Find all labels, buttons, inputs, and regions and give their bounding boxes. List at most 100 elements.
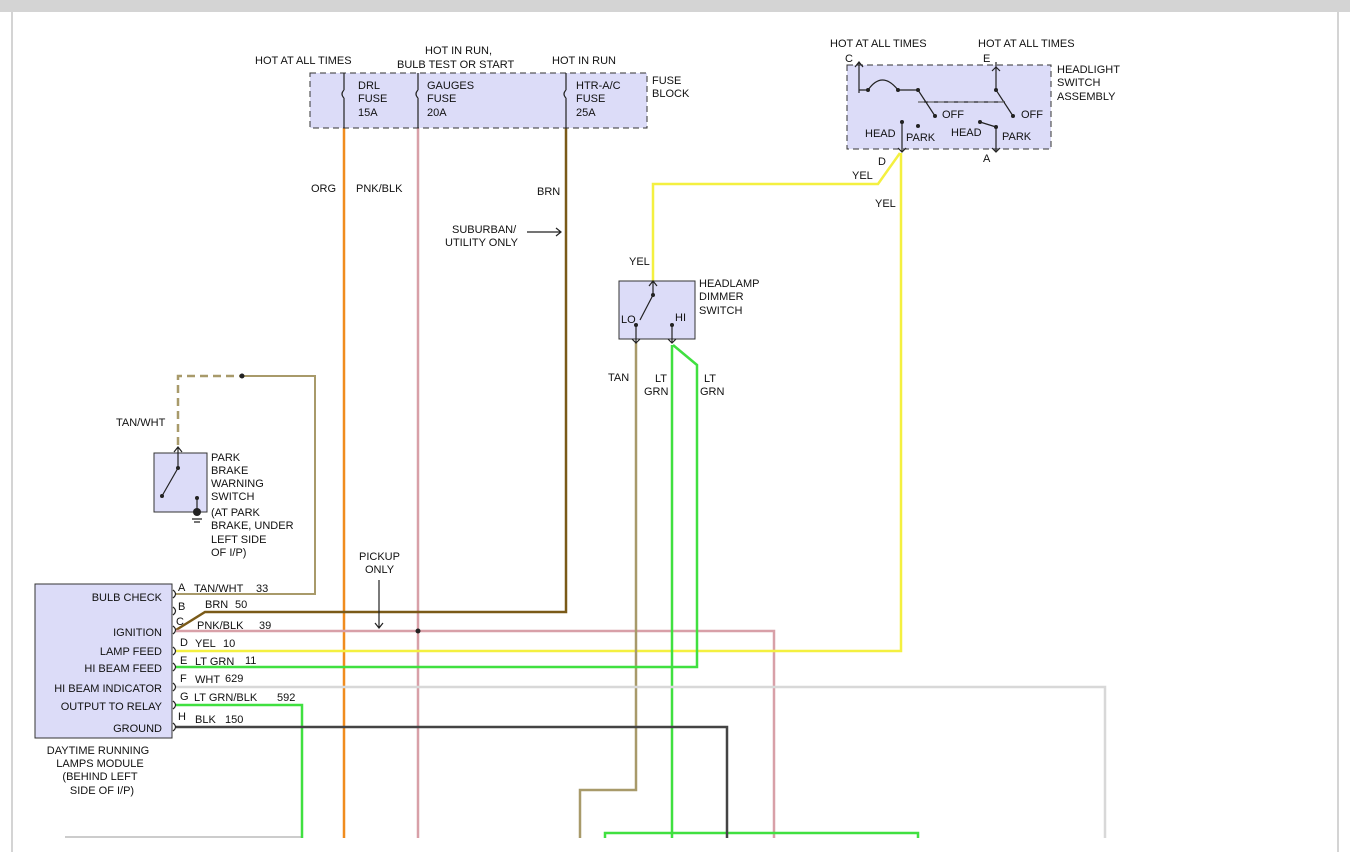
circuit-number: 11 bbox=[245, 655, 256, 667]
headlight-switch: HOT AT ALL TIMES HOT AT ALL TIMES C E D … bbox=[830, 38, 1120, 168]
switch-off-label: OFF bbox=[942, 109, 964, 121]
fuse-block-label: BLOCK bbox=[652, 88, 690, 100]
fuse-label: FUSE bbox=[427, 93, 456, 105]
arrow-icon bbox=[374, 580, 384, 629]
component-label: WARNING bbox=[211, 478, 264, 490]
wire-label: YEL bbox=[852, 170, 873, 182]
wire-tan bbox=[578, 343, 638, 838]
module-name: DAYTIME RUNNING bbox=[47, 745, 149, 757]
note-label: ONLY bbox=[365, 564, 395, 576]
wires bbox=[175, 128, 1107, 838]
hot-label: HOT IN RUN, bbox=[425, 45, 492, 57]
pin-function: IGNITION bbox=[113, 627, 162, 639]
pin-function: HI BEAM INDICATOR bbox=[54, 683, 162, 695]
component-label: HEADLIGHT bbox=[1057, 64, 1120, 76]
wire-lt-grn-bottom bbox=[603, 831, 920, 838]
switch-off-label: OFF bbox=[1021, 109, 1043, 121]
wire-wht-629 bbox=[176, 685, 1107, 838]
pin-letter: H bbox=[178, 711, 186, 723]
pin-letter: G bbox=[180, 691, 189, 703]
fuse-block: HOT AT ALL TIMES HOT IN RUN, BULB TEST O… bbox=[255, 45, 690, 129]
fuse-label: FUSE bbox=[576, 93, 605, 105]
splice-dot bbox=[239, 373, 245, 379]
pin-label: A bbox=[983, 153, 991, 165]
pin-function: BULB CHECK bbox=[92, 592, 163, 604]
wire-label: PNK/BLK bbox=[356, 183, 403, 195]
fuse-rating: 15A bbox=[358, 107, 378, 119]
circuit-number: 150 bbox=[225, 714, 243, 726]
pin-letter: C bbox=[176, 616, 184, 628]
location-note: LEFT SIDE bbox=[211, 534, 266, 546]
pin-function: GROUND bbox=[113, 723, 162, 735]
wire-color: LT GRN bbox=[195, 656, 234, 668]
component-label: SWITCH bbox=[211, 491, 254, 503]
diagram-canvas: HOT AT ALL TIMES HOT IN RUN, BULB TEST O… bbox=[11, 12, 1339, 852]
wire-blk-150 bbox=[176, 725, 729, 838]
pin-letter: D bbox=[180, 637, 188, 649]
fuse-block-label: FUSE bbox=[652, 75, 681, 87]
wire-labels: ORG PNK/BLK BRN SUBURBAN/ UTILITY ONLY Y… bbox=[116, 170, 896, 629]
hi-label: HI bbox=[675, 312, 686, 324]
component-label: BRAKE bbox=[211, 465, 248, 477]
switch-park-label: PARK bbox=[906, 132, 936, 144]
wire-color: WHT bbox=[195, 674, 220, 686]
circuit-number: 33 bbox=[256, 583, 268, 595]
wire-color: PNK/BLK bbox=[197, 620, 244, 632]
fuse-rating: 20A bbox=[427, 107, 447, 119]
wire-color: YEL bbox=[195, 638, 216, 650]
component-label: SWITCH bbox=[699, 305, 742, 317]
wire-color: TAN/WHT bbox=[194, 583, 244, 595]
wire-label: ORG bbox=[311, 183, 336, 195]
park-brake-switch: PARK BRAKE WARNING SWITCH (AT PARK BRAKE… bbox=[153, 446, 294, 559]
module-name: (BEHIND LEFT bbox=[62, 771, 137, 783]
location-note: OF I/P) bbox=[211, 547, 246, 559]
hot-label: HOT AT ALL TIMES bbox=[255, 55, 352, 67]
wire-label: TAN/WHT bbox=[116, 417, 166, 429]
wire-label: YEL bbox=[875, 198, 896, 210]
note-label: SUBURBAN/ bbox=[452, 224, 517, 236]
wire-label: TAN bbox=[608, 372, 629, 384]
switch-park-label: PARK bbox=[1002, 131, 1032, 143]
hot-label: HOT AT ALL TIMES bbox=[978, 38, 1075, 50]
component-label: PARK bbox=[211, 452, 241, 464]
pin-label: D bbox=[878, 156, 886, 168]
wire-label: BRN bbox=[537, 186, 560, 198]
fuse-label: GAUGES bbox=[427, 80, 474, 92]
location-note: (AT PARK bbox=[211, 507, 261, 519]
fuse-rating: 25A bbox=[576, 107, 596, 119]
pin-letter: E bbox=[180, 655, 187, 667]
component-label: HEADLAMP bbox=[699, 278, 760, 290]
pin-label: C bbox=[845, 53, 853, 65]
pin-letter: B bbox=[178, 601, 185, 613]
drl-module: BULB CHECK IGNITION LAMP FEED HI BEAM FE… bbox=[34, 582, 295, 797]
wire-label: YEL bbox=[629, 256, 650, 268]
wiring-diagram: HOT AT ALL TIMES HOT IN RUN, BULB TEST O… bbox=[0, 0, 1350, 852]
splice-dot bbox=[415, 628, 421, 634]
wire-color: BLK bbox=[195, 714, 216, 726]
component-label: SWITCH bbox=[1057, 77, 1100, 89]
wire-pnk-blk-39 bbox=[176, 629, 776, 838]
wire-label: GRN bbox=[644, 386, 669, 398]
wire-label: GRN bbox=[700, 386, 725, 398]
circuit-number: 39 bbox=[259, 620, 271, 632]
fuse-label: FUSE bbox=[358, 93, 387, 105]
component-label: DIMMER bbox=[699, 291, 744, 303]
circuit-number: 629 bbox=[225, 673, 243, 685]
pin-label: E bbox=[983, 53, 990, 65]
circuit-number: 50 bbox=[235, 599, 247, 611]
switch-head-label: HEAD bbox=[865, 128, 896, 140]
note-label: PICKUP bbox=[359, 551, 400, 563]
headlamp-dimmer-switch: LO HI HEADLAMP DIMMER SWITCH bbox=[618, 278, 760, 344]
wire-label: LT bbox=[655, 373, 667, 385]
hot-label: BULB TEST OR START bbox=[397, 59, 514, 71]
wire-tan-wht-dashed bbox=[176, 374, 242, 445]
module-name: SIDE OF I/P) bbox=[70, 785, 134, 797]
location-note: BRAKE, UNDER bbox=[211, 520, 294, 532]
wire-color: BRN bbox=[205, 599, 228, 611]
wire-color: LT GRN/BLK bbox=[194, 692, 258, 704]
switch-head-label: HEAD bbox=[951, 127, 982, 139]
module-name: LAMPS MODULE bbox=[56, 758, 143, 770]
hot-label: HOT IN RUN bbox=[552, 55, 616, 67]
fuse-label: DRL bbox=[358, 80, 380, 92]
arrow-icon bbox=[527, 227, 562, 237]
